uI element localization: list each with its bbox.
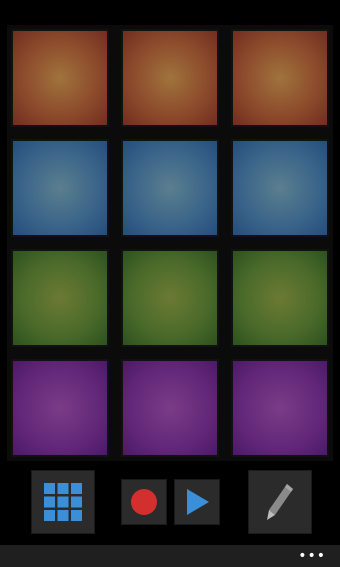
pad-grid (7, 25, 333, 461)
pad-r2-c2[interactable] (121, 139, 219, 237)
edit-button[interactable] (248, 470, 312, 534)
record-button[interactable] (121, 479, 167, 525)
pad-r4-c3[interactable] (231, 359, 329, 457)
pad-r3-c1[interactable] (11, 249, 109, 347)
pads-grid-button[interactable] (31, 470, 95, 534)
pad-r3-c2[interactable] (121, 249, 219, 347)
pad-r4-c1[interactable] (11, 359, 109, 457)
play-button[interactable] (174, 479, 220, 525)
pad-r1-c2[interactable] (121, 29, 219, 127)
pad-r3-c3[interactable] (231, 249, 329, 347)
grid-icon (44, 483, 82, 521)
pad-r4-c2[interactable] (121, 359, 219, 457)
pad-r1-c3[interactable] (231, 29, 329, 127)
pad-r2-c3[interactable] (231, 139, 329, 237)
pad-r2-c1[interactable] (11, 139, 109, 237)
record-icon (131, 489, 157, 515)
more-options-button[interactable]: ••• (298, 549, 326, 563)
pencil-icon (267, 484, 293, 520)
pad-r1-c1[interactable] (11, 29, 109, 127)
play-icon (187, 489, 209, 515)
app-bar: ••• (0, 545, 340, 567)
